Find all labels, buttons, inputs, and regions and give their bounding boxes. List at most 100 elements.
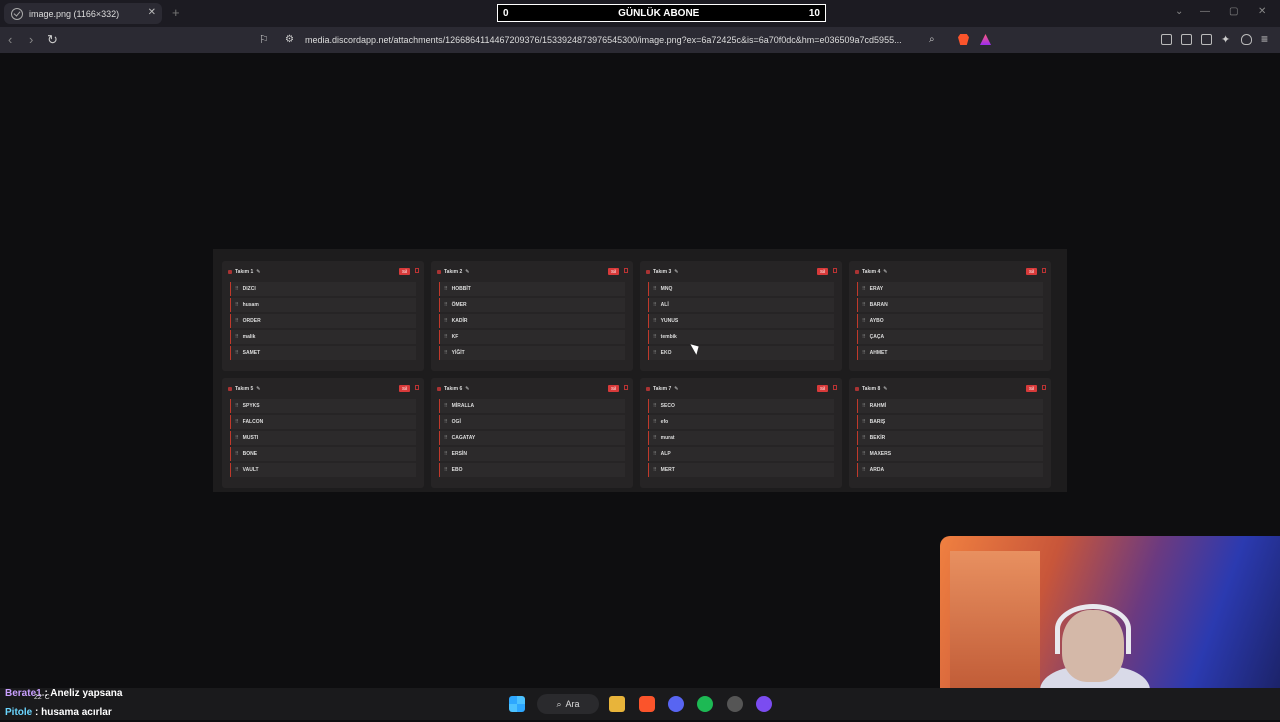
member-row[interactable]: ⠿ tembik — [648, 330, 834, 344]
reload-icon[interactable]: ↻ — [47, 32, 58, 48]
member-row[interactable]: ⠿ AYBO — [857, 314, 1043, 328]
drag-handle-icon[interactable]: ⠿ — [653, 350, 657, 356]
member-row[interactable]: ⠿ murat — [648, 431, 834, 445]
trash-icon[interactable] — [833, 385, 837, 390]
delete-team-button[interactable]: Sil — [607, 268, 619, 275]
extensions-icon[interactable] — [1161, 34, 1172, 45]
drag-handle-icon[interactable]: ⠿ — [444, 286, 448, 292]
drag-handle-icon[interactable]: ⠿ — [862, 403, 866, 409]
edit-icon[interactable]: ✎ — [465, 269, 469, 275]
member-row[interactable]: ⠿ BARAN — [857, 298, 1043, 312]
trash-icon[interactable] — [624, 385, 628, 390]
member-row[interactable]: ⠿ MİRALLA — [439, 399, 625, 413]
drag-handle-icon[interactable]: ⠿ — [235, 435, 239, 441]
member-row[interactable]: ⠿ MNQ — [648, 282, 834, 296]
new-tab-button[interactable]: + — [172, 5, 180, 20]
drag-handle-icon[interactable]: ⠿ — [235, 451, 239, 457]
member-row[interactable]: ⠿ HOBBİT — [439, 282, 625, 296]
drag-handle-icon[interactable]: ⠿ — [653, 318, 657, 324]
delete-team-button[interactable]: Sil — [1025, 385, 1037, 392]
member-row[interactable]: ⠿ efo — [648, 415, 834, 429]
member-row[interactable]: ⠿ MAXERS — [857, 447, 1043, 461]
drag-handle-icon[interactable]: ⠿ — [862, 435, 866, 441]
edit-icon[interactable]: ✎ — [465, 386, 469, 392]
member-row[interactable]: ⠿ CAGATAY — [439, 431, 625, 445]
drag-handle-icon[interactable]: ⠿ — [444, 318, 448, 324]
drag-handle-icon[interactable]: ⠿ — [235, 318, 239, 324]
spotify-icon[interactable] — [697, 696, 713, 712]
member-row[interactable]: ⠿ BARIŞ — [857, 415, 1043, 429]
drag-handle-icon[interactable]: ⠿ — [444, 435, 448, 441]
drag-handle-icon[interactable]: ⠿ — [235, 467, 239, 473]
member-row[interactable]: ⠿ ARDA — [857, 463, 1043, 477]
delete-team-button[interactable]: Sil — [607, 385, 619, 392]
tab-search-icon[interactable]: ⌄ — [1175, 6, 1183, 17]
drag-handle-icon[interactable]: ⠿ — [862, 451, 866, 457]
edit-icon[interactable]: ✎ — [883, 269, 887, 275]
wallet-icon[interactable] — [1201, 34, 1212, 45]
app-icon[interactable] — [756, 696, 772, 712]
member-row[interactable]: ⠿ ALP — [648, 447, 834, 461]
close-window-icon[interactable]: ✕ — [1258, 6, 1266, 17]
member-row[interactable]: ⠿ BEKİR — [857, 431, 1043, 445]
drag-handle-icon[interactable]: ⠿ — [862, 334, 866, 340]
drag-handle-icon[interactable]: ⠿ — [235, 302, 239, 308]
member-row[interactable]: ⠿ DIZCI — [230, 282, 416, 296]
member-row[interactable]: ⠿ husam — [230, 298, 416, 312]
member-row[interactable]: ⠿ ERSİN — [439, 447, 625, 461]
member-row[interactable]: ⠿ EBO — [439, 463, 625, 477]
drag-handle-icon[interactable]: ⠿ — [444, 302, 448, 308]
url-field[interactable]: media.discordapp.net/attachments/1266864… — [305, 35, 902, 45]
site-info-icon[interactable]: ⚙ — [285, 34, 294, 45]
trash-icon[interactable] — [624, 268, 628, 273]
drag-handle-icon[interactable]: ⠿ — [862, 350, 866, 356]
member-row[interactable]: ⠿ KF — [439, 330, 625, 344]
forward-icon[interactable]: › — [29, 32, 33, 47]
member-row[interactable]: ⠿ AHMET — [857, 346, 1043, 360]
drag-handle-icon[interactable]: ⠿ — [653, 286, 657, 292]
drag-handle-icon[interactable]: ⠿ — [653, 334, 657, 340]
sidebar-icon[interactable] — [1181, 34, 1192, 45]
rewards-icon[interactable] — [980, 34, 991, 45]
drag-handle-icon[interactable]: ⠿ — [444, 350, 448, 356]
drag-handle-icon[interactable]: ⠿ — [444, 451, 448, 457]
drag-handle-icon[interactable]: ⠿ — [235, 403, 239, 409]
minimize-icon[interactable]: — — [1200, 6, 1210, 17]
drag-handle-icon[interactable]: ⠿ — [653, 467, 657, 473]
member-row[interactable]: ⠿ ÖMER — [439, 298, 625, 312]
delete-team-button[interactable]: Sil — [398, 268, 410, 275]
edit-icon[interactable]: ✎ — [674, 386, 678, 392]
member-row[interactable]: ⠿ YUNUS — [648, 314, 834, 328]
drag-handle-icon[interactable]: ⠿ — [653, 419, 657, 425]
drag-handle-icon[interactable]: ⠿ — [235, 334, 239, 340]
file-explorer-icon[interactable] — [609, 696, 625, 712]
back-icon[interactable]: ‹ — [8, 32, 12, 47]
drag-handle-icon[interactable]: ⠿ — [862, 419, 866, 425]
member-row[interactable]: ⠿ YİĞİT — [439, 346, 625, 360]
drag-handle-icon[interactable]: ⠿ — [235, 286, 239, 292]
member-row[interactable]: ⠿ KADİR — [439, 314, 625, 328]
drag-handle-icon[interactable]: ⠿ — [862, 318, 866, 324]
drag-handle-icon[interactable]: ⠿ — [444, 403, 448, 409]
edit-icon[interactable]: ✎ — [256, 386, 260, 392]
discord-icon[interactable] — [668, 696, 684, 712]
trash-icon[interactable] — [833, 268, 837, 273]
member-row[interactable]: ⠿ SPYKS — [230, 399, 416, 413]
edit-icon[interactable]: ✎ — [883, 386, 887, 392]
trash-icon[interactable] — [415, 268, 419, 273]
member-row[interactable]: ⠿ SAMET — [230, 346, 416, 360]
member-row[interactable]: ⠿ ALİ — [648, 298, 834, 312]
drag-handle-icon[interactable]: ⠿ — [653, 302, 657, 308]
member-row[interactable]: ⠿ RAHMİ — [857, 399, 1043, 413]
close-tab-icon[interactable]: ✕ — [148, 7, 156, 18]
member-row[interactable]: ⠿ BONE — [230, 447, 416, 461]
member-row[interactable]: ⠿ ERAY — [857, 282, 1043, 296]
trash-icon[interactable] — [415, 385, 419, 390]
drag-handle-icon[interactable]: ⠿ — [653, 451, 657, 457]
menu-icon[interactable]: ≡ — [1261, 32, 1268, 46]
member-row[interactable]: ⠿ MUSTI — [230, 431, 416, 445]
delete-team-button[interactable]: Sil — [816, 385, 828, 392]
member-row[interactable]: ⠿ SECO — [648, 399, 834, 413]
obs-icon[interactable] — [727, 696, 743, 712]
drag-handle-icon[interactable]: ⠿ — [444, 467, 448, 473]
